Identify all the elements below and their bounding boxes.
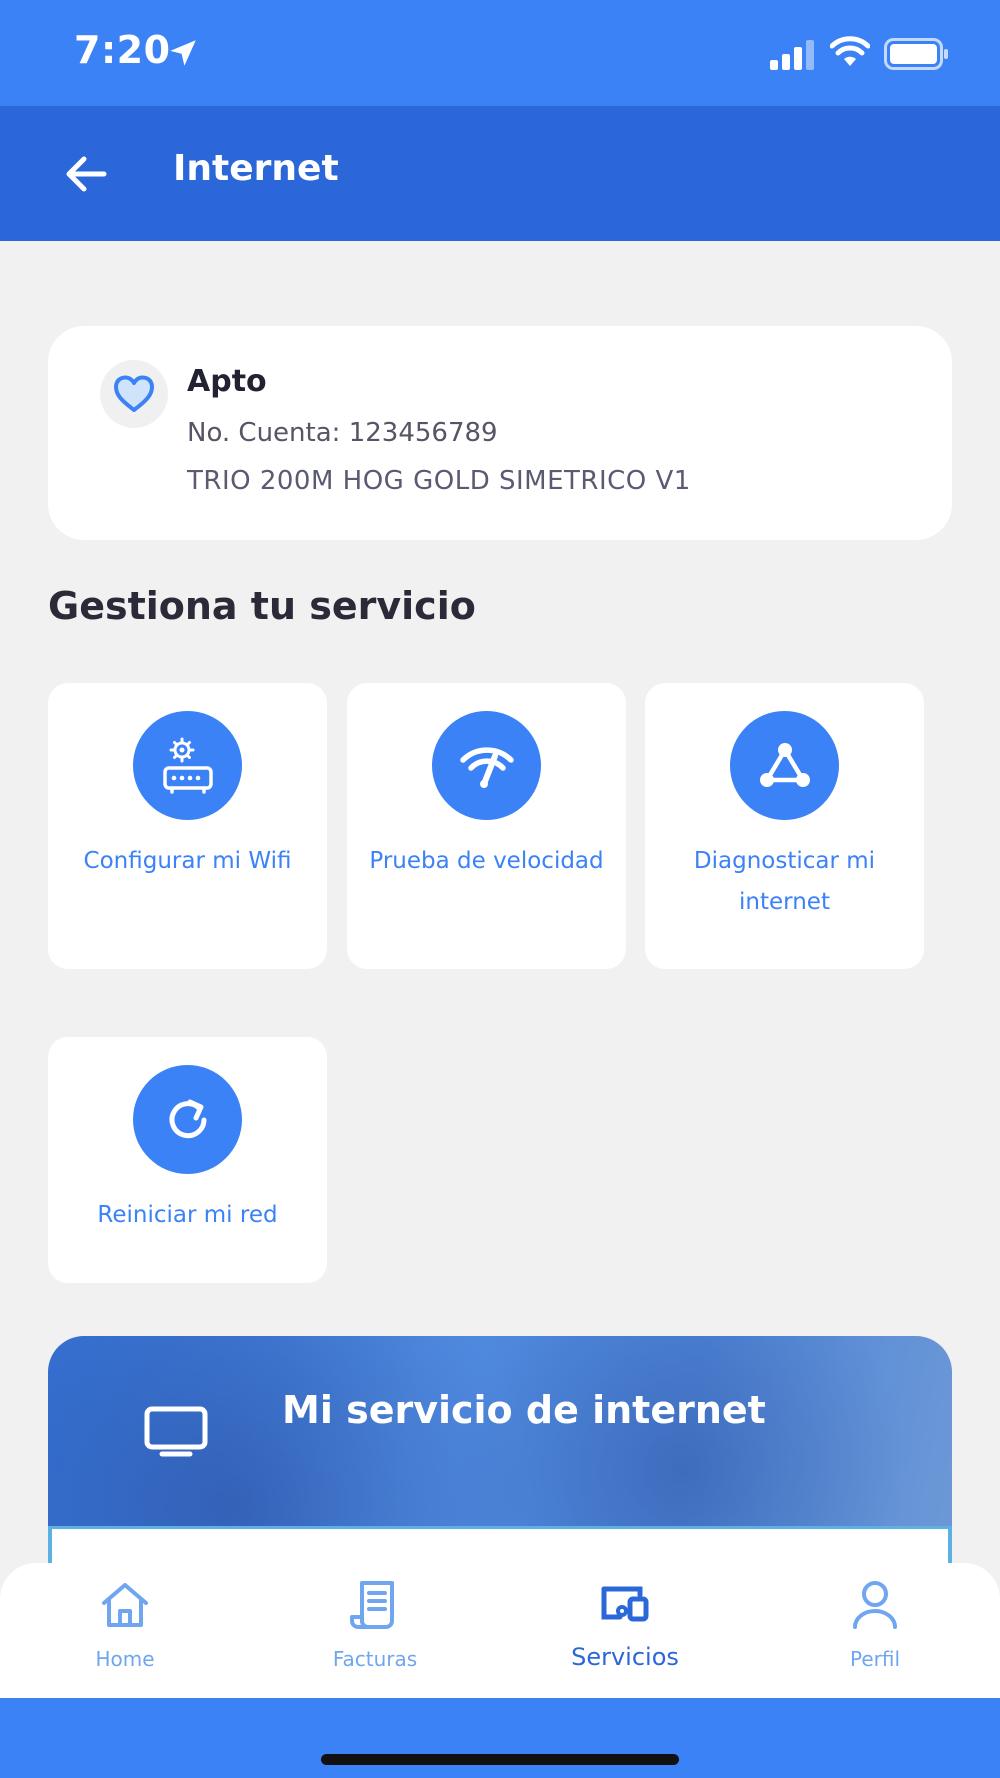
home-icon xyxy=(102,1583,148,1627)
tab-profile[interactable]: Perfil xyxy=(750,1563,1000,1698)
diagnose-internet-tile[interactable]: Diagnosticar mi internet xyxy=(645,683,924,969)
refresh-icon xyxy=(133,1065,242,1174)
account-card[interactable]: Apto No. Cuenta: 123456789 TRIO 200M HOG… xyxy=(48,326,952,540)
tab-services[interactable]: Servicios xyxy=(500,1563,750,1698)
home-indicator-area xyxy=(0,1698,1000,1778)
restart-network-tile[interactable]: Reiniciar mi red xyxy=(48,1037,327,1283)
banner-panel xyxy=(48,1526,952,1566)
signal-icon xyxy=(770,40,814,70)
invoice-icon xyxy=(350,1581,394,1629)
router-gear-icon xyxy=(133,711,242,820)
speed-test-tile[interactable]: Prueba de velocidad xyxy=(347,683,626,969)
network-nodes-icon xyxy=(730,711,839,820)
section-title: Gestiona tu servicio xyxy=(48,584,476,628)
speed-test-icon xyxy=(432,711,541,820)
back-arrow-icon[interactable] xyxy=(60,150,114,198)
app-bar: Internet xyxy=(0,106,1000,241)
account-name: Apto xyxy=(187,364,267,399)
tab-profile-label: Perfil xyxy=(849,1647,901,1671)
banner-title: Mi servicio de internet xyxy=(282,1388,766,1432)
tab-invoices[interactable]: Facturas xyxy=(250,1563,500,1698)
restart-network-label: Reiniciar mi red xyxy=(97,1202,278,1228)
battery-icon xyxy=(884,38,948,70)
devices-icon xyxy=(601,1586,649,1622)
diagnose-internet-label: Diagnosticar mi internet xyxy=(693,848,876,915)
tv-icon xyxy=(144,1406,208,1457)
tab-home[interactable]: Home xyxy=(0,1563,250,1698)
home-indicator[interactable] xyxy=(321,1754,679,1765)
account-number: No. Cuenta: 123456789 xyxy=(187,418,498,448)
internet-service-banner[interactable]: Mi servicio de internet xyxy=(48,1336,952,1566)
heart-icon xyxy=(114,375,154,412)
wifi-icon xyxy=(830,36,870,66)
favorite-avatar[interactable] xyxy=(100,360,168,428)
tab-home-label: Home xyxy=(95,1647,155,1671)
tab-services-label: Servicios xyxy=(571,1643,679,1671)
tab-invoices-label: Facturas xyxy=(332,1647,418,1671)
status-bar: 7:20 xyxy=(0,0,1000,106)
user-icon xyxy=(853,1581,897,1629)
status-time: 7:20 xyxy=(74,28,171,72)
account-plan: TRIO 200M HOG GOLD SIMETRICO V1 xyxy=(187,466,691,496)
location-arrow-icon xyxy=(170,40,196,66)
page-title: Internet xyxy=(173,148,339,189)
speed-test-label: Prueba de velocidad xyxy=(369,848,604,874)
configure-wifi-label: Configurar mi Wifi xyxy=(83,848,292,874)
bottom-tab-bar: Home Facturas Servicios Perfil xyxy=(0,1563,1000,1698)
configure-wifi-tile[interactable]: Configurar mi Wifi xyxy=(48,683,327,969)
